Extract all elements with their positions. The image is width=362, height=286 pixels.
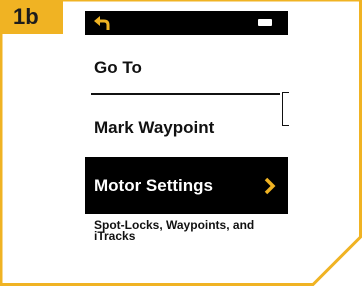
chevron-right-icon	[264, 177, 276, 195]
menu-item-label: Motor Settings	[94, 176, 213, 195]
menu-item-label: Go To	[94, 58, 142, 77]
menu-item-label: Mark Waypoint	[94, 118, 215, 137]
menu-item-mark-waypoint[interactable]: Mark Waypoint	[85, 116, 288, 142]
step-badge: 1b	[0, 0, 63, 34]
status-bar	[85, 11, 288, 35]
battery-icon	[258, 19, 272, 26]
back-arrow-icon[interactable]	[92, 13, 112, 33]
menu-item-go-to[interactable]: Go To	[85, 56, 288, 82]
menu-item-motor-settings[interactable]: Motor Settings	[85, 157, 288, 214]
divider	[91, 93, 280, 95]
item-description: Spot-Locks, Waypoints, and iTracks	[94, 218, 255, 243]
callout-frame	[0, 0, 362, 286]
